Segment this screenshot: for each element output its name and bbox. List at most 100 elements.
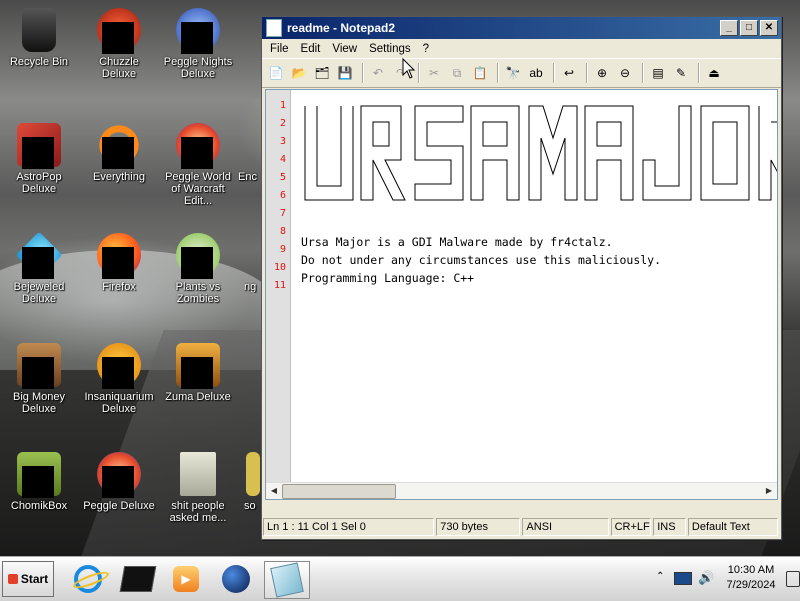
status-eol[interactable]: CR+LF (610, 518, 652, 536)
app-icon (246, 452, 260, 496)
code-text: Ursa Major is a GDI Malware made by fr4c… (301, 90, 661, 285)
desktop-icon-partial-enc[interactable]: Enc (238, 123, 262, 183)
paste-icon[interactable]: 📋 (470, 63, 490, 83)
menu-help[interactable]: ? (417, 43, 435, 55)
astropop-icon (17, 123, 61, 169)
zoom-out-icon[interactable]: ⊖ (615, 63, 635, 83)
zoom-in-icon[interactable]: ⊕ (592, 63, 612, 83)
start-button[interactable]: Start (2, 561, 54, 597)
window-title: readme - Notepad2 (287, 21, 396, 35)
volume-icon[interactable]: 🔊 (698, 570, 714, 586)
open-icon[interactable]: 📂 (289, 63, 309, 83)
menu-settings[interactable]: Settings (363, 43, 417, 55)
line-number: 2 (279, 118, 286, 129)
redaction-block (181, 357, 213, 389)
new-icon[interactable]: 📄 (266, 63, 286, 83)
desktop-icon-label: Insaniquarium Deluxe (84, 391, 154, 415)
text-editor[interactable]: 1 2 3 4 5 6 7 8 9 10 11 Ursa Major is a … (265, 89, 778, 500)
close-button[interactable]: ✕ (760, 20, 778, 36)
scheme-icon[interactable]: ▤ (648, 63, 668, 83)
desktop-icon-label: Enc (238, 171, 257, 183)
show-hidden-icons-icon[interactable]: ⌃ (656, 571, 664, 582)
save-icon[interactable]: 💾 (335, 63, 355, 83)
redaction-block (181, 22, 213, 54)
status-scheme[interactable]: Default Text (687, 518, 778, 536)
system-tray: ⌃ 🔊 10:30 AM 7/29/2024 (650, 557, 800, 601)
redaction-block (102, 247, 134, 279)
globe-icon[interactable] (216, 561, 256, 597)
desktop-icon-label: Zuma Deluxe (165, 391, 231, 403)
redaction-block (102, 22, 134, 54)
desktop-icon-peggle-nights[interactable]: Peggle Nights Deluxe (160, 8, 236, 80)
replace-icon[interactable]: ab (526, 63, 546, 83)
scroll-left-icon[interactable]: ◀ (267, 484, 281, 497)
desktop-icon-folder[interactable]: shit people asked me... (160, 452, 236, 524)
redaction-block (22, 137, 54, 169)
redaction-block (102, 137, 134, 169)
notepad2-window[interactable]: readme - Notepad2 _ □ ✕ File Edit View S… (261, 16, 782, 540)
notepad-icon (266, 19, 282, 37)
clock-date: 7/29/2024 (726, 579, 776, 591)
redaction-block (181, 137, 213, 169)
desktop-icon-everything[interactable]: Everything (81, 123, 157, 183)
status-encoding[interactable]: ANSI (522, 518, 609, 536)
menu-view[interactable]: View (326, 43, 363, 55)
desktop-icon-label: Chuzzle Deluxe (99, 56, 139, 80)
desktop-icon-partial-so[interactable]: so (244, 452, 262, 512)
app-icon (240, 123, 260, 167)
text-line: Ursa Major is a GDI Malware made by fr4c… (301, 235, 613, 249)
network-icon[interactable] (674, 572, 692, 585)
redaction-block (181, 247, 213, 279)
desktop-icon-label: Big Money Deluxe (13, 391, 65, 415)
copy-icon[interactable]: ⧉ (447, 63, 467, 83)
desktop-icon-label: so (244, 500, 256, 512)
notepad2-taskbar-button[interactable] (264, 561, 310, 599)
scroll-right-icon[interactable]: ▶ (762, 484, 776, 497)
terminal-icon[interactable] (118, 561, 158, 597)
horizontal-scrollbar[interactable]: ◀ ▶ (266, 482, 777, 499)
browse-icon[interactable]: 🗂 (312, 63, 332, 83)
toolbar-separator (418, 63, 420, 83)
menu-file[interactable]: File (264, 43, 295, 55)
desktop-icon-peggle-wow[interactable]: Peggle World of Warcraft Edit... (160, 123, 236, 207)
clock[interactable]: 10:30 AM 7/29/2024 (720, 563, 782, 593)
line-number: 6 (279, 190, 286, 201)
desktop-icon-insaniquarium[interactable]: Insaniquarium Deluxe (81, 343, 157, 415)
notification-icon[interactable] (786, 571, 800, 587)
menu-edit[interactable]: Edit (295, 43, 327, 55)
desktop-icon-bejeweled[interactable]: Bejeweled Deluxe (1, 231, 77, 305)
status-mode[interactable]: INS (653, 518, 686, 536)
maximize-button[interactable]: □ (740, 20, 758, 36)
cut-icon[interactable]: ✂ (424, 63, 444, 83)
desktop-icon-partial-ng[interactable]: ng (244, 233, 262, 293)
desktop-icon-zuma[interactable]: Zuma Deluxe (160, 343, 236, 403)
desktop-icon-label: Peggle World of Warcraft Edit... (165, 171, 231, 207)
internet-explorer-icon[interactable] (68, 561, 111, 597)
line-number: 7 (279, 208, 286, 219)
desktop-icon-chuzzle[interactable]: Chuzzle Deluxe (81, 8, 157, 80)
desktop-icon-chomikbox[interactable]: ChomikBox (1, 452, 77, 512)
desktop-icon-recycle-bin[interactable]: Recycle Bin (1, 8, 77, 68)
insaniquarium-icon (97, 343, 141, 389)
windows-logo-icon (7, 574, 18, 584)
desktop-icon-astropop[interactable]: AstroPop Deluxe (1, 123, 77, 195)
desktop-icon-firefox[interactable]: Firefox (81, 233, 157, 293)
media-player-icon[interactable]: ▶ (166, 561, 206, 597)
desktop-icon-peggle-deluxe[interactable]: Peggle Deluxe (81, 452, 157, 512)
exit-icon[interactable]: ⏏ (704, 63, 724, 83)
app-icon (246, 233, 260, 277)
wordwrap-icon[interactable]: ↩ (559, 63, 579, 83)
find-icon[interactable]: 🔭 (503, 63, 523, 83)
chuzzle-icon (97, 8, 141, 54)
customize-icon[interactable]: ✎ (671, 63, 691, 83)
desktop-icon-big-money[interactable]: Big Money Deluxe (1, 343, 77, 415)
toolbar-separator (553, 63, 555, 83)
undo-icon[interactable]: ↶ (368, 63, 388, 83)
recycle-bin-icon (22, 8, 56, 52)
desktop-icon-label: ng (244, 281, 257, 293)
title-bar[interactable]: readme - Notepad2 _ □ ✕ (262, 17, 781, 39)
line-number: 5 (279, 172, 286, 183)
desktop-icon-pvz[interactable]: Plants vs Zombies (160, 233, 236, 305)
scrollbar-thumb[interactable] (282, 484, 396, 499)
minimize-button[interactable]: _ (720, 20, 738, 36)
